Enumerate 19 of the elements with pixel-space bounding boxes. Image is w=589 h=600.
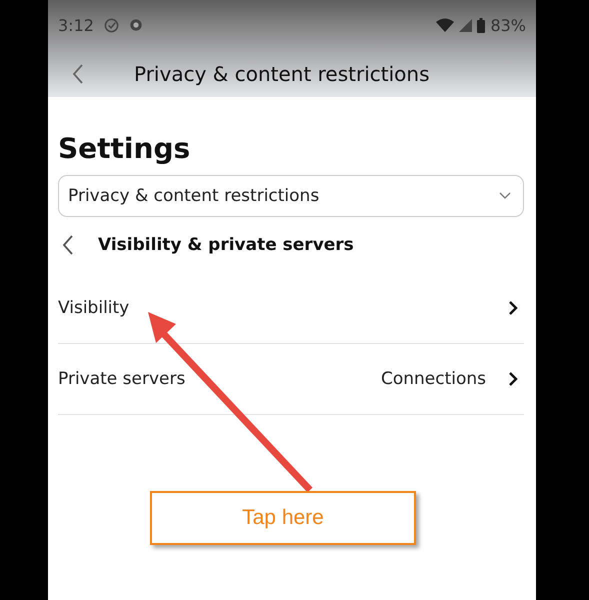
battery-icon xyxy=(477,18,486,32)
status-time: 3:12 xyxy=(58,16,94,34)
chevron-right-icon xyxy=(508,371,518,387)
battery-level: 83% xyxy=(490,16,526,34)
signal-icon xyxy=(459,18,472,32)
annotation-callout: Tap here xyxy=(150,491,416,545)
dropdown-chevron-icon xyxy=(499,192,511,200)
header-title: Privacy & content restrictions xyxy=(134,62,430,86)
ring-icon xyxy=(128,18,143,32)
back-icon[interactable] xyxy=(62,234,74,256)
page-title: Settings xyxy=(58,132,192,165)
check-circle-icon xyxy=(104,18,119,32)
wifi-icon xyxy=(436,18,454,32)
settings-row[interactable]: Private servers Connections xyxy=(58,344,524,415)
category-dropdown[interactable]: Privacy & content restrictions xyxy=(58,175,524,217)
row-value: Connections xyxy=(380,369,486,389)
chevron-right-icon xyxy=(508,300,518,316)
back-icon[interactable] xyxy=(72,62,84,84)
section-title: Visibility & private servers xyxy=(98,235,354,255)
